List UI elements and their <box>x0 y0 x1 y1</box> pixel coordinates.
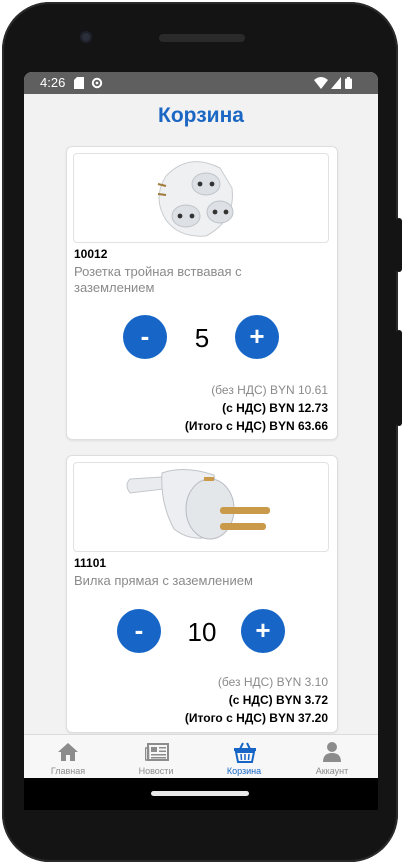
earpiece-speaker <box>159 34 245 42</box>
power-button <box>396 330 402 426</box>
product-image[interactable] <box>73 153 329 243</box>
decrease-quantity-button[interactable]: - <box>123 315 167 359</box>
front-camera <box>80 31 92 43</box>
plug-image <box>126 469 270 540</box>
bottom-tab-bar: Главная Новости Корзина Аккаунт <box>24 734 378 779</box>
signal-icon <box>331 77 341 89</box>
tab-cart[interactable]: Корзина <box>200 735 288 779</box>
status-bar: 4:26 <box>24 72 378 94</box>
product-image[interactable] <box>73 462 329 552</box>
page-title: Корзина <box>158 104 244 127</box>
increase-quantity-button[interactable]: + <box>241 609 285 653</box>
tab-label: Новости <box>138 766 174 776</box>
decrease-quantity-button[interactable]: - <box>117 609 161 653</box>
product-name: Вилка прямая с заземлением <box>74 573 253 588</box>
app-screen: 4:26 Корзина 10012 Розетка тройная вства… <box>24 72 378 810</box>
price-with-vat: (с НДС) BYN 12.73 <box>222 401 328 415</box>
total-with-vat: (Итого с НДС) BYN 63.66 <box>184 419 328 433</box>
product-sku: 11101 <box>74 556 107 570</box>
product-sku: 10012 <box>74 247 108 261</box>
tab-label: Главная <box>50 766 86 776</box>
price-with-vat: (с НДС) BYN 3.72 <box>228 693 328 707</box>
phone-frame: 4:26 Корзина 10012 Розетка тройная вства… <box>2 2 398 862</box>
triple-socket-image <box>157 161 234 237</box>
system-navigation-bar <box>24 778 378 810</box>
tab-label: Корзина <box>226 766 262 776</box>
newspaper-icon <box>145 743 169 761</box>
price-without-vat: (без НДС) BYN 10.61 <box>211 383 328 397</box>
basket-icon <box>234 742 256 763</box>
home-gesture-handle[interactable] <box>151 791 249 796</box>
user-icon <box>323 742 341 762</box>
wifi-icon <box>314 77 328 89</box>
product-name: Розетка тройная вствавая с заземлением <box>74 264 242 295</box>
tab-news[interactable]: Новости <box>112 735 200 779</box>
quantity-value: 10 <box>187 617 217 647</box>
volume-button <box>396 218 402 272</box>
total-with-vat: (Итого с НДС) BYN 37.20 <box>184 711 328 725</box>
price-without-vat: (без НДС) BYN 3.10 <box>217 675 328 689</box>
status-time: 4:26 <box>40 75 66 90</box>
sd-card-icon <box>74 77 84 89</box>
tab-account[interactable]: Аккаунт <box>288 735 376 779</box>
cart-item-card: 11101 Вилка прямая с заземлением - 10 + … <box>66 455 338 733</box>
cart-item-card: 10012 Розетка тройная вствавая с заземле… <box>66 146 338 440</box>
tab-label: Аккаунт <box>315 766 349 776</box>
increase-quantity-button[interactable]: + <box>235 315 279 359</box>
home-icon <box>58 743 78 761</box>
settings-sync-icon <box>91 77 103 89</box>
tab-home[interactable]: Главная <box>24 735 112 779</box>
battery-icon <box>345 77 352 89</box>
quantity-value: 5 <box>194 323 210 353</box>
